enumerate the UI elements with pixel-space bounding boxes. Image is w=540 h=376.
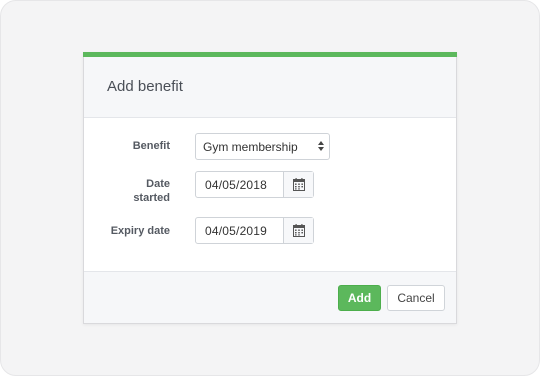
date-started-label-line2: started <box>133 192 170 204</box>
modal-footer: Add Cancel <box>84 271 456 323</box>
benefit-select[interactable]: Gym membership <box>195 133 330 160</box>
expiry-date-field: 04/05/2019 <box>195 217 314 244</box>
calendar-icon <box>293 224 305 237</box>
date-started-label-line1: Date <box>146 178 170 190</box>
benefit-select-value: Gym membership <box>203 140 298 154</box>
calendar-icon <box>293 178 305 191</box>
expiry-date-label: Expiry date <box>110 225 170 237</box>
benefit-label: Benefit <box>132 140 170 152</box>
date-started-calendar-button[interactable] <box>283 172 313 197</box>
expiry-date-calendar-button[interactable] <box>283 218 313 243</box>
cancel-button[interactable]: Cancel <box>387 285 445 311</box>
add-button[interactable]: Add <box>338 285 381 311</box>
date-started-label: Date started <box>84 177 170 205</box>
date-started-input[interactable]: 04/05/2018 <box>205 178 267 192</box>
date-started-field: 04/05/2018 <box>195 171 314 198</box>
expiry-date-input[interactable]: 04/05/2019 <box>205 224 267 238</box>
add-benefit-modal: Add benefit Benefit Gym membership Date … <box>83 52 457 324</box>
modal-header: Add benefit <box>84 57 456 118</box>
select-arrows-icon <box>318 141 324 151</box>
modal-title: Add benefit <box>107 78 183 95</box>
